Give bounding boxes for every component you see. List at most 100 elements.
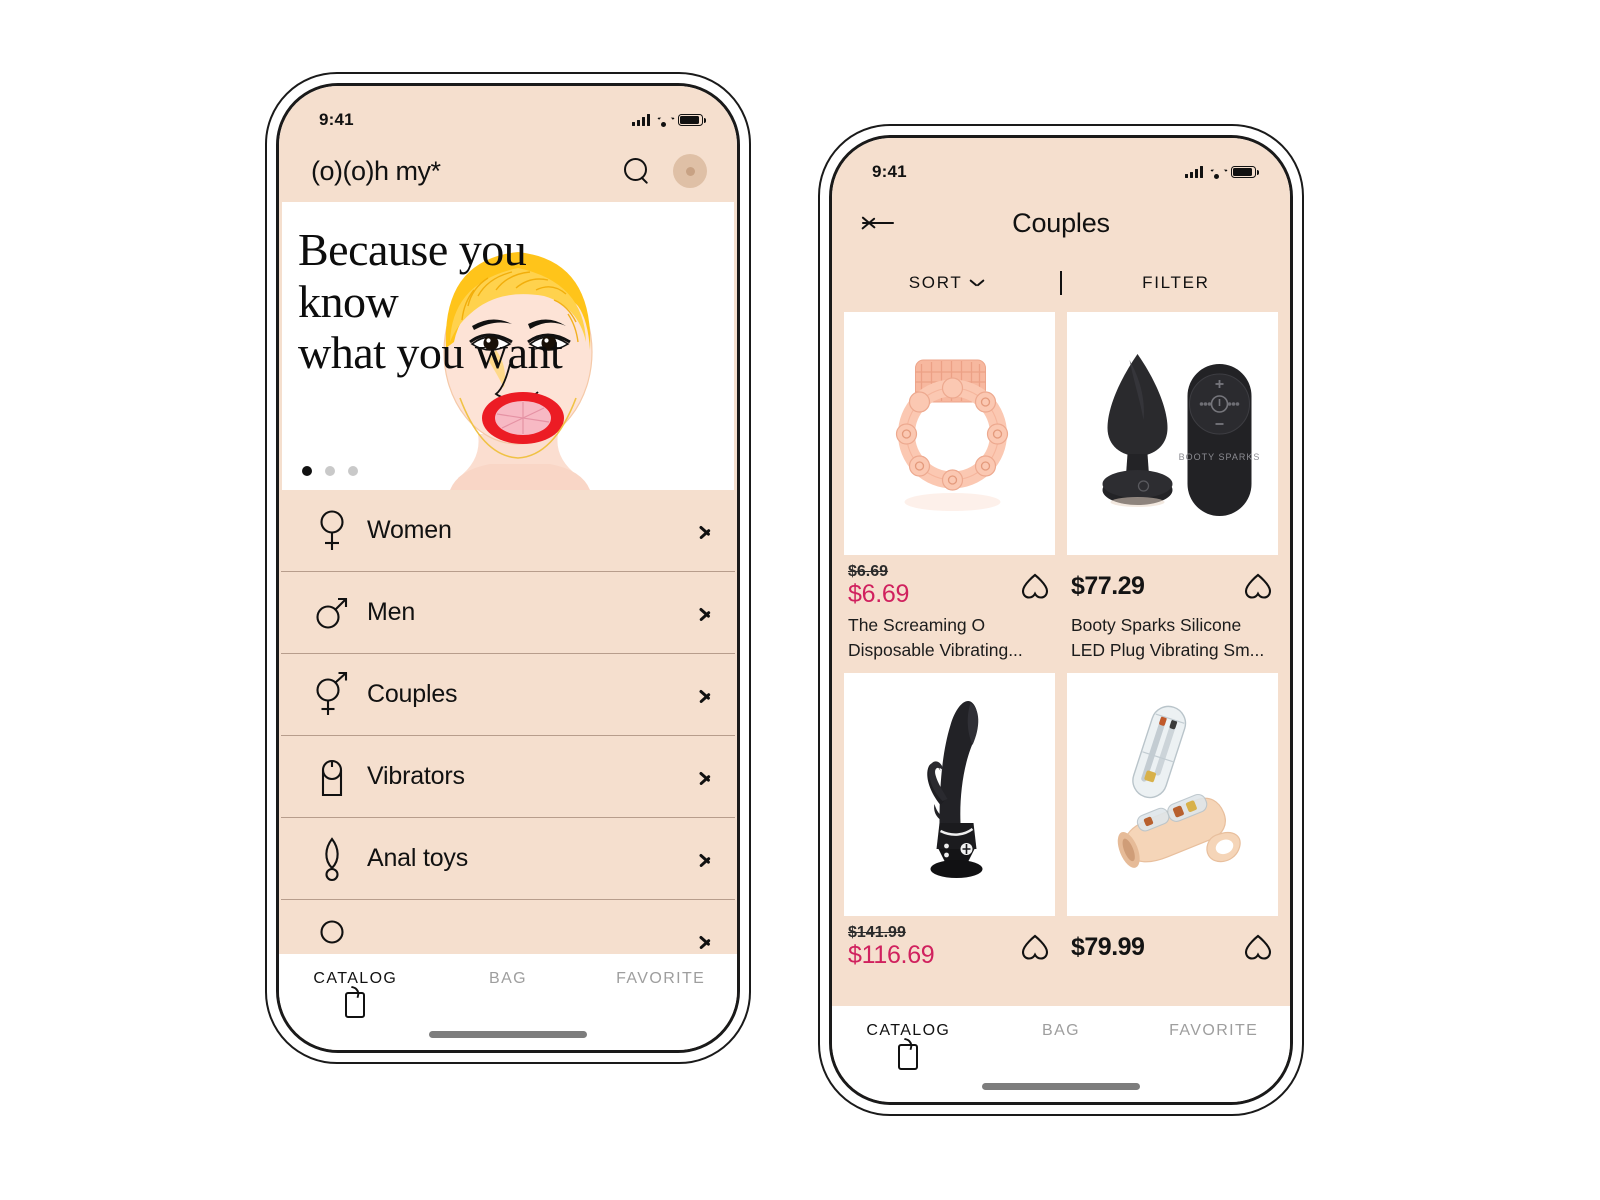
prices: $141.99 $116.69 [848, 924, 935, 969]
category-row-men[interactable]: Men [281, 572, 735, 654]
heart-icon[interactable] [1244, 934, 1272, 960]
category-row-vibrators[interactable]: Vibrators [281, 736, 735, 818]
chevron-down-icon [971, 277, 983, 289]
tab-favorite[interactable]: FAVORITE [1137, 1022, 1290, 1040]
tab-bag[interactable]: BAG [985, 1022, 1138, 1040]
product-title [1067, 972, 1278, 984]
venus-mars-icon [309, 671, 355, 718]
phone-2: 9:41 Couples SORT FILTER $6.69 $6.69 The… [829, 135, 1293, 1105]
product-card[interactable]: $79.99 [1067, 672, 1278, 984]
tab-label: CATALOG [313, 970, 398, 987]
filter-button[interactable]: FILTER [1062, 273, 1290, 293]
price-row: $79.99 [1067, 916, 1278, 972]
product-image-sleeve-bullet [1067, 672, 1278, 916]
heart-icon[interactable] [1021, 934, 1049, 960]
carousel-dots[interactable] [302, 466, 358, 476]
venus-icon [309, 509, 355, 553]
category-row-couples[interactable]: Couples [281, 654, 735, 736]
price-row: $6.69 $6.69 [844, 555, 1055, 611]
status-icons [1185, 165, 1259, 179]
status-time: 9:41 [872, 162, 907, 181]
category-label: Vibrators [367, 762, 465, 790]
status-icons [632, 113, 706, 127]
product-image-cock-ring [844, 312, 1055, 555]
chevron-right-icon [699, 520, 711, 542]
search-icon[interactable] [623, 157, 651, 185]
tab-label: BAG [1042, 1022, 1080, 1039]
hero-line-3: what you want [298, 327, 563, 379]
carousel-dot-2[interactable] [325, 466, 335, 476]
app-header: (o)(o)h my* [279, 140, 737, 202]
category-label: Women [367, 516, 452, 544]
old-price: $141.99 [848, 924, 906, 942]
price: $77.29 [1071, 571, 1145, 600]
product-title [844, 972, 1055, 984]
category-label: Men [367, 598, 416, 626]
product-image-rabbit-vibrator [844, 672, 1055, 916]
product-card[interactable]: $6.69 $6.69 The Screaming O Disposable V… [844, 312, 1055, 673]
tag-icon [898, 1037, 919, 1070]
sale-price: $116.69 [848, 940, 935, 969]
category-row-anal-toys[interactable]: Anal toys [281, 818, 735, 900]
cellular-signal-icon [1185, 166, 1203, 178]
heart-icon[interactable] [1021, 573, 1049, 599]
product-grid: $6.69 $6.69 The Screaming O Disposable V… [832, 312, 1290, 1006]
prices: $77.29 [1071, 571, 1145, 600]
screenshot-stage: 9:41 (o)(o)h my* Because you know what y… [0, 0, 1600, 1200]
bottom-tab-bar: CATALOG BAG FAVORITE [279, 954, 737, 1050]
category-row-women[interactable]: Women [281, 490, 735, 572]
filter-label: FILTER [1142, 273, 1210, 292]
category-list: Women Men Couples Vibrators Anal toys [279, 490, 737, 954]
mars-icon [309, 596, 355, 630]
sort-label: SORT [908, 273, 963, 292]
vibrator-icon [309, 755, 355, 799]
tab-label: FAVORITE [1169, 1022, 1259, 1039]
avatar[interactable] [673, 154, 707, 188]
sale-price: $6.69 [848, 580, 910, 609]
carousel-dot-3[interactable] [348, 466, 358, 476]
price-row: $77.29 [1067, 555, 1278, 611]
tab-label: FAVORITE [616, 970, 706, 987]
price: $79.99 [1071, 932, 1145, 961]
cellular-signal-icon [632, 114, 650, 126]
chevron-right-icon [699, 930, 711, 952]
hero-line-1: Because you [298, 224, 527, 275]
category-row-partial[interactable] [281, 900, 735, 954]
status-time: 9:41 [319, 110, 354, 129]
page-title: Couples [1012, 207, 1110, 238]
chevron-right-icon [699, 766, 711, 788]
tab-bag[interactable]: BAG [432, 970, 585, 988]
tab-label: BAG [489, 970, 527, 987]
prices: $79.99 [1071, 932, 1145, 961]
sort-button[interactable]: SORT [832, 273, 1060, 293]
svg-text:BOOTY SPARKS: BOOTY SPARKS [1179, 452, 1261, 462]
tag-icon [345, 985, 366, 1018]
tab-favorite[interactable]: FAVORITE [584, 970, 737, 988]
partial-icon [309, 919, 355, 955]
product-card[interactable]: BOOTY SPARKS $77.29 Booty Sparks Silicon… [1067, 312, 1278, 673]
carousel-dot-1[interactable] [302, 466, 312, 476]
tab-catalog[interactable]: CATALOG [279, 970, 432, 1018]
chevron-right-icon [699, 602, 711, 624]
home-indicator[interactable] [429, 1031, 587, 1038]
heart-icon[interactable] [1244, 573, 1272, 599]
status-bar: 9:41 [279, 86, 737, 140]
bottom-tab-bar: CATALOG BAG FAVORITE [832, 1006, 1290, 1102]
chevron-right-icon [699, 848, 711, 870]
wifi-icon [1209, 166, 1225, 179]
wifi-icon [656, 114, 672, 127]
home-indicator[interactable] [982, 1083, 1140, 1090]
prices: $6.69 $6.69 [848, 564, 910, 609]
phone-2-screen: 9:41 Couples SORT FILTER $6.69 $6.69 The… [832, 138, 1290, 1102]
back-arrow-icon[interactable] [861, 210, 896, 236]
hero-line-2: know [298, 275, 399, 327]
tab-catalog[interactable]: CATALOG [832, 1022, 985, 1070]
brand-logo: (o)(o)h my* [311, 155, 441, 186]
status-bar: 9:41 [832, 138, 1290, 192]
hero-headline: Because you know what you want [298, 224, 722, 379]
product-card[interactable]: $141.99 $116.69 [844, 672, 1055, 984]
product-image-black-plug: BOOTY SPARKS [1067, 312, 1278, 555]
hero-banner-carousel[interactable]: Because you know what you want [282, 202, 734, 490]
phone-1-screen: 9:41 (o)(o)h my* Because you know what y… [279, 86, 737, 1050]
plug-icon [309, 836, 355, 882]
